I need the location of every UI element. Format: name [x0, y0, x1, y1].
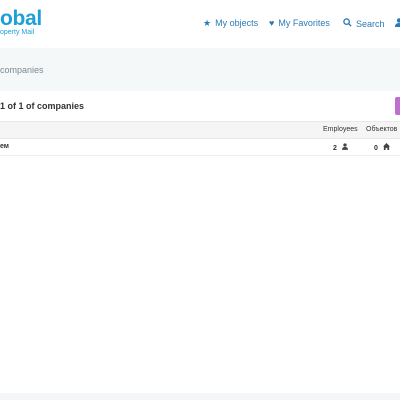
- top-header: obal operty Mail ★ My objects ♥ My Favor…: [0, 0, 400, 48]
- logo[interactable]: obal operty Mail: [0, 8, 42, 37]
- search-icon: [343, 18, 352, 29]
- nav-my-favorites[interactable]: ♥ My Favorites: [269, 18, 330, 28]
- nav-search[interactable]: Search: [343, 18, 385, 29]
- star-icon: ★: [203, 18, 212, 28]
- nav-my-favorites-label: My Favorites: [278, 18, 330, 28]
- column-header-objects[interactable]: Объектов: [366, 126, 397, 133]
- user-icon: [341, 143, 348, 152]
- nav-my-objects-label: My objects: [215, 18, 259, 28]
- add-company-button[interactable]: [395, 97, 400, 115]
- table-header: Employees Объектов: [0, 121, 400, 139]
- user-icon: [395, 18, 400, 29]
- objects-count-value: 0: [374, 145, 378, 152]
- logo-subtext: operty Mail: [0, 29, 35, 36]
- home-icon: [382, 143, 390, 152]
- objects-count: 0: [374, 143, 390, 152]
- heart-icon: ♥: [269, 18, 275, 28]
- company-name-link[interactable]: ем: [0, 143, 9, 150]
- employees-count-value: 2: [333, 145, 337, 152]
- results-count: 1 of 1 of companies: [0, 101, 85, 111]
- page-footer: [0, 393, 400, 400]
- page-banner: companies: [0, 48, 400, 91]
- nav-search-label: Search: [356, 18, 385, 29]
- nav-my-objects[interactable]: ★ My objects: [203, 18, 258, 28]
- employees-count: 2: [333, 143, 348, 152]
- table-row[interactable]: ем 2 0: [0, 139, 400, 156]
- page-title: companies: [0, 65, 44, 75]
- logo-text: obal: [0, 7, 42, 30]
- nav-user[interactable]: [395, 18, 400, 29]
- column-header-employees[interactable]: Employees: [323, 126, 358, 133]
